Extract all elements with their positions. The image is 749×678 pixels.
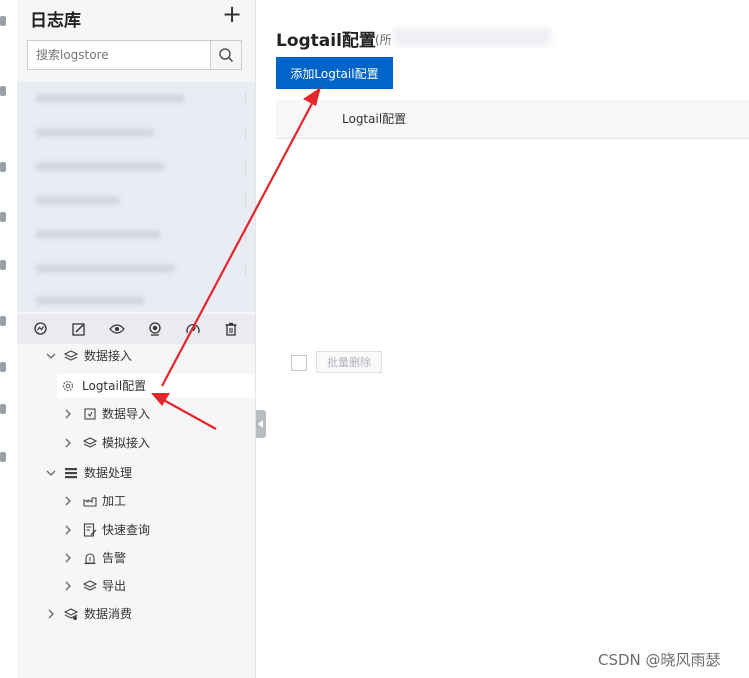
search-input[interactable]	[28, 41, 214, 69]
tree-item-data-import[interactable]: 数据导入	[17, 402, 255, 426]
tree-item-data-ingestion[interactable]: 数据接入	[17, 344, 255, 368]
tree-item-label: 告警	[102, 551, 127, 565]
nav-icon[interactable]	[0, 452, 6, 462]
tree-item-label: 数据消费	[84, 607, 133, 621]
monitor-icon[interactable]	[147, 321, 163, 337]
delete-icon[interactable]	[223, 321, 239, 337]
document-edit-icon	[83, 523, 97, 537]
nav-icon[interactable]	[0, 260, 6, 270]
chevron-right-icon[interactable]	[62, 552, 74, 564]
tree-item-label: Logtail配置	[82, 379, 147, 393]
layers-icon	[83, 437, 97, 448]
nav-icon[interactable]	[0, 362, 6, 372]
watermark: CSDN @晓风雨瑟	[598, 651, 721, 669]
gear-icon	[62, 380, 74, 392]
panel-collapse-handle[interactable]	[256, 410, 266, 438]
caret-left-icon	[258, 420, 263, 428]
alarm-icon	[84, 553, 96, 565]
logstore-panel: 日志库 + 搜索logstore 数据接入 Logtail配置 数据导入 模拟接…	[17, 0, 256, 678]
factory-icon	[83, 497, 97, 507]
chevron-down-icon[interactable]	[45, 467, 57, 479]
nav-icon[interactable]	[0, 316, 6, 326]
redacted-text	[393, 28, 551, 46]
bulk-delete-button[interactable]: 批量删除	[316, 351, 382, 373]
nav-icon[interactable]	[0, 212, 6, 222]
nav-icon[interactable]	[0, 404, 6, 414]
edit-icon[interactable]	[71, 321, 87, 337]
add-logtail-config-button[interactable]: 添加Logtail配置	[276, 57, 393, 89]
page-title: Logtail配置	[276, 31, 376, 51]
dashboard-icon[interactable]	[185, 321, 201, 337]
layers-icon	[83, 580, 97, 591]
panel-title: 日志库	[30, 11, 81, 31]
nav-icon[interactable]	[0, 162, 6, 172]
nav-icon[interactable]	[0, 86, 6, 96]
table-header: Logtail配置	[276, 100, 749, 139]
tree-item-logtail-config[interactable]: Logtail配置	[57, 374, 255, 398]
chevron-right-icon[interactable]	[62, 408, 74, 420]
tree-item-label: 模拟接入	[102, 436, 151, 450]
tree-item-export[interactable]: 导出	[17, 574, 255, 598]
tree-item-quick-query[interactable]: 快速查询	[17, 518, 255, 542]
column-header-logtail-config: Logtail配置	[342, 112, 407, 126]
chevron-right-icon[interactable]	[62, 524, 74, 536]
tree-item-simulated-ingestion[interactable]: 模拟接入	[17, 431, 255, 455]
chevron-down-icon[interactable]	[45, 350, 57, 362]
layers-icon	[64, 350, 78, 361]
logstore-search	[27, 40, 242, 70]
tree-item-data-consumption[interactable]: 数据消费	[17, 602, 255, 626]
tree-item-label: 数据处理	[84, 466, 133, 480]
chevron-right-icon[interactable]	[62, 495, 74, 507]
query-icon[interactable]	[33, 321, 49, 337]
global-nav-strip	[0, 0, 18, 678]
logstore-toolbar	[17, 314, 255, 344]
plus-icon[interactable]: +	[222, 2, 242, 28]
tree-item-label: 导出	[102, 579, 127, 593]
select-all-checkbox[interactable]	[291, 355, 307, 371]
list-icon	[65, 468, 77, 479]
chevron-right-icon[interactable]	[62, 437, 74, 449]
tree-item-data-processing[interactable]: 数据处理	[17, 461, 255, 485]
view-icon[interactable]	[109, 321, 125, 337]
tree-item-label: 快速查询	[102, 523, 151, 537]
page-subtitle: (所	[375, 33, 392, 47]
chevron-right-icon[interactable]	[45, 608, 57, 620]
tree-item-label: 数据接入	[84, 349, 133, 363]
chevron-right-icon[interactable]	[62, 580, 74, 592]
search-icon[interactable]	[210, 41, 241, 69]
import-icon	[84, 408, 96, 420]
nav-icon[interactable]	[0, 16, 6, 26]
tree-item-alert[interactable]: 告警	[17, 546, 255, 570]
tree-item-transform[interactable]: 加工	[17, 489, 255, 513]
logstore-list-redacted	[17, 82, 255, 312]
tree-item-label: 加工	[102, 494, 127, 508]
tree-item-label: 数据导入	[102, 407, 151, 421]
consume-icon	[64, 608, 78, 620]
